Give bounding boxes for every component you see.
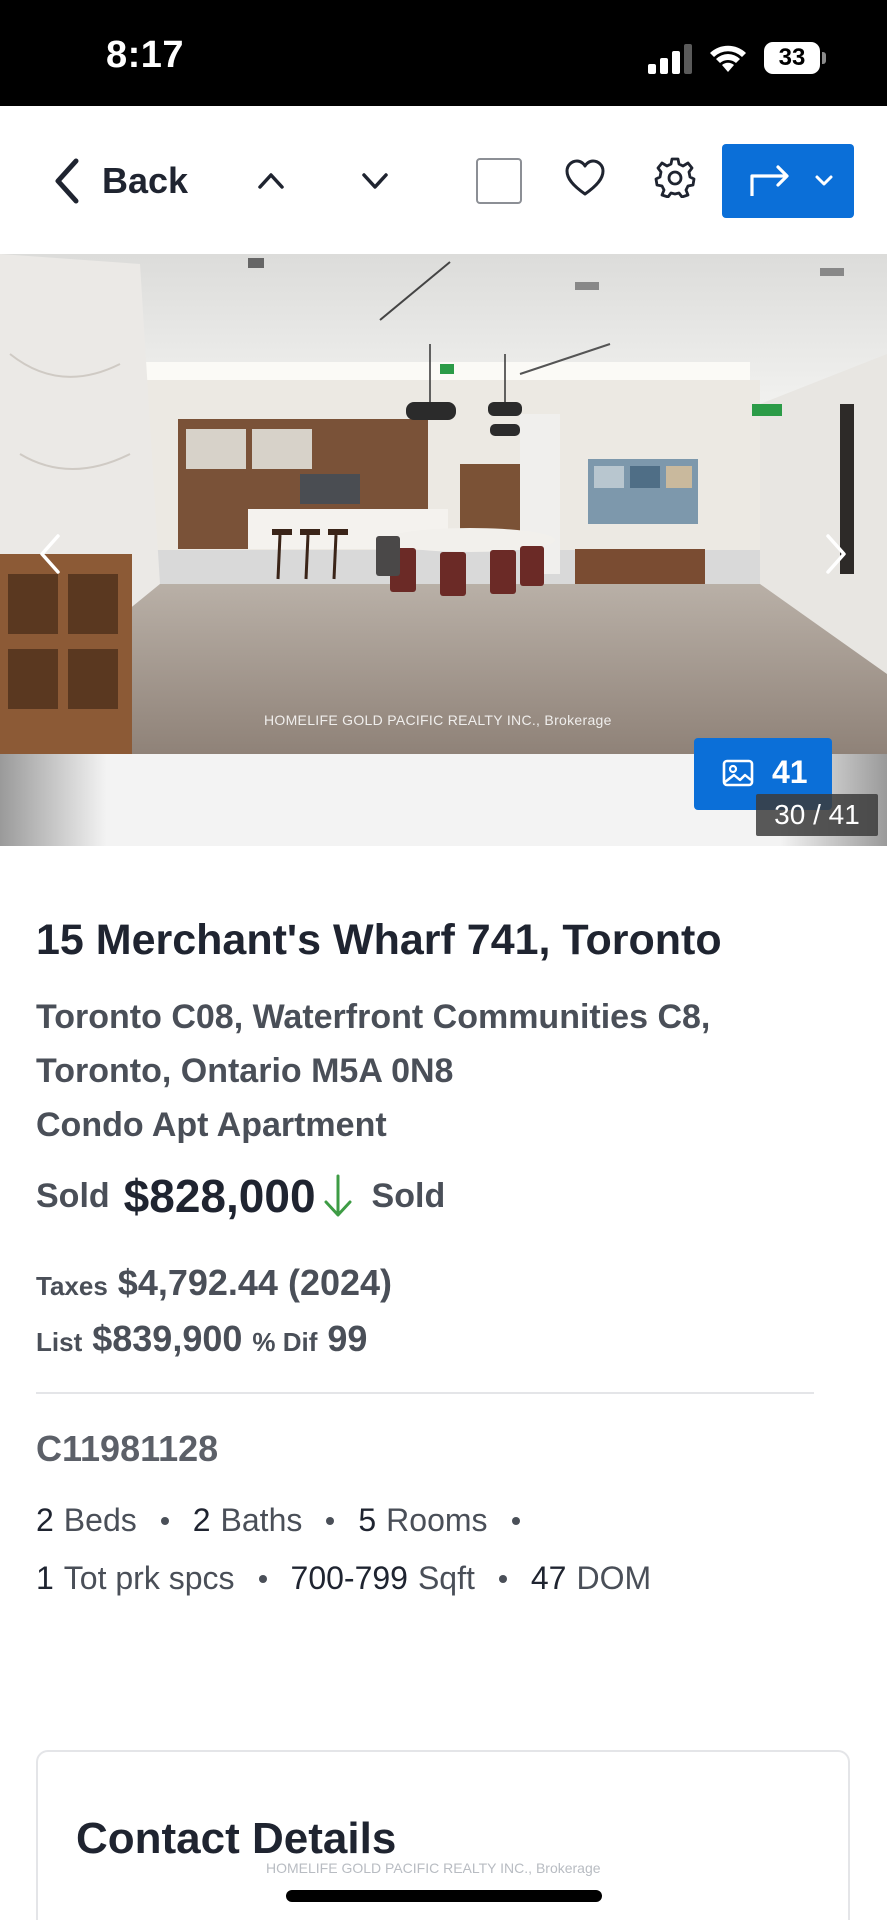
contact-details-title: Contact Details [76,1814,397,1863]
rooms-unit: Rooms [386,1502,488,1538]
baths-unit: Baths [220,1502,303,1538]
parking-count: 1 [36,1560,54,1596]
cellular-signal-icon [648,44,692,74]
beds-fact: 2 Beds [36,1502,137,1539]
top-toolbar: Back [0,106,887,254]
back-label: Back [102,160,189,201]
select-listing-checkbox[interactable] [476,158,522,204]
dif-value: 99 [327,1318,368,1359]
dom-unit: DOM [576,1560,652,1596]
property-type: Condo Apt Apartment [36,1106,387,1144]
price-row: Sold $828,000 Sold [36,1164,445,1228]
beds-count: 2 [36,1502,54,1538]
dif-label: % Dif [252,1327,318,1357]
listing-photo [0,254,887,754]
photo-watermark: HOMELIFE GOLD PACIFIC REALTY INC., Broke… [264,712,612,728]
wifi-icon [710,45,746,72]
list-price-row: List $839,900 % Dif 99 [36,1318,367,1360]
chevron-left-icon [55,158,79,204]
arrow-down-icon [324,1174,352,1217]
photo-count: 41 [772,754,808,790]
separator-dot [258,1574,267,1583]
listing-title: 15 Merchant's Wharf 741, Toronto [36,916,722,964]
separator-dot [326,1516,335,1525]
separator-dot [498,1574,507,1583]
status-bar: 8:17 33 [0,0,887,106]
previous-listing-button[interactable] [254,164,288,198]
contact-watermark: HOMELIFE GOLD PACIFIC REALTY INC., Broke… [266,1860,601,1876]
parking-unit: Tot prk spcs [63,1560,235,1596]
taxes-label: Taxes [36,1271,108,1301]
mls-number: C11981128 [36,1428,219,1469]
next-photo-button[interactable] [818,530,852,578]
back-button[interactable]: Back [50,152,188,210]
taxes-value: $4,792.44 (2024) [117,1262,393,1303]
baths-count: 2 [192,1502,211,1538]
sqft-fact: 700-799 Sqft [291,1560,475,1597]
settings-gear-icon[interactable] [654,156,696,198]
taxes-row: Taxes $4,792.44 (2024) [36,1262,392,1304]
list-price-label: List [36,1327,83,1357]
image-icon [722,759,754,787]
beds-unit: Beds [63,1502,137,1538]
sqft-unit: Sqft [417,1560,475,1596]
sold-price: $828,000 [123,1170,316,1222]
favorite-heart-icon[interactable] [564,158,606,200]
separator-dot [160,1516,169,1525]
battery-level: 33 [778,44,806,71]
status-time: 8:17 [106,34,185,76]
dom-count: 47 [530,1560,567,1596]
address-line-2: Toronto, Ontario M5A 0N8 [36,1052,454,1090]
next-listing-button[interactable] [358,164,392,198]
rooms-count: 5 [358,1502,377,1538]
chevron-down-icon [815,175,833,186]
baths-fact: 2 Baths [193,1502,303,1539]
previous-photo-button[interactable] [34,530,68,578]
home-indicator[interactable] [286,1890,602,1902]
share-button[interactable] [722,144,854,218]
listing-status: Sold [371,1176,446,1215]
facts-row-1: 2 Beds 2 Baths 5 Rooms [36,1502,544,1539]
sqft-range: 700-799 [290,1560,408,1596]
facts-row-2: 1 Tot prk spcs 700-799 Sqft 47 DOM [36,1560,651,1597]
list-price: $839,900 [92,1318,243,1359]
rooms-fact: 5 Rooms [358,1502,487,1539]
share-arrow-icon [750,165,789,196]
parking-fact: 1 Tot prk spcs [36,1560,235,1597]
battery-icon: 33 [764,42,826,74]
photo-gallery[interactable]: HOMELIFE GOLD PACIFIC REALTY INC., Broke… [0,254,887,846]
listing-address: Toronto C08, Waterfront Communities C8, … [36,990,710,1152]
address-line-1: Toronto C08, Waterfront Communities C8, [36,998,711,1036]
sold-price-label: Sold [36,1176,110,1215]
divider [36,1392,814,1394]
dom-fact: 47 DOM [531,1560,651,1597]
photo-index-badge: 30 / 41 [756,794,878,836]
separator-dot [511,1516,520,1525]
